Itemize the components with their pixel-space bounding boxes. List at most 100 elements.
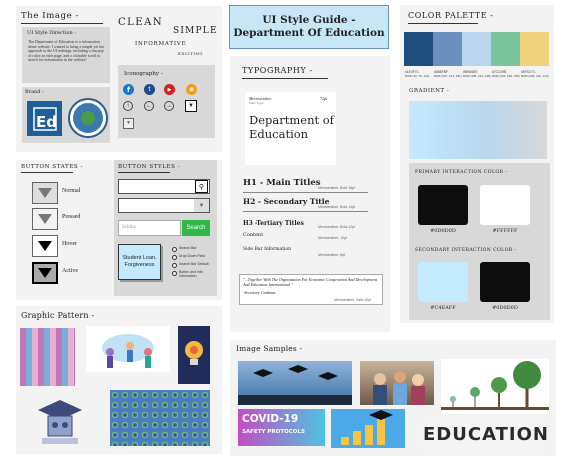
graduation-caps-photo <box>238 361 352 405</box>
svg-text:Ed: Ed <box>36 113 57 131</box>
image-heading: The Image - <box>21 11 80 21</box>
secondary-dark-swatch <box>480 262 530 302</box>
state-pressed-label: Pressed <box>62 214 81 220</box>
brand-label: Brand - <box>25 89 44 95</box>
pattern-flower-tiles <box>110 390 210 446</box>
word-simple: SIMPLE <box>173 26 218 36</box>
primary-dark-hex: #0D0D0D <box>430 228 456 234</box>
state-hover-label: Hover <box>62 241 77 247</box>
state-active-label: Active <box>62 268 78 274</box>
typography-heading: TYPOGRAPHY - <box>242 66 313 75</box>
title-line-2: Department Of Education <box>233 27 385 39</box>
triangle-down-icon <box>38 188 52 198</box>
ed-logo: Ed <box>27 101 62 136</box>
people-scene-icon <box>102 334 154 368</box>
gradient-label: GRADIENT - <box>409 88 450 94</box>
typography-heading-rule <box>242 78 328 79</box>
secondary-light-swatch <box>418 262 468 302</box>
button-states-heading: BUTTON STATES - <box>21 164 84 170</box>
button-states-rule <box>21 172 73 173</box>
growth-chart-image <box>331 409 405 448</box>
color-palette-heading-rule <box>408 23 478 24</box>
secondary-light-hex: #C4EAFF <box>430 305 456 311</box>
search-field-icon[interactable]: ⚲ <box>195 180 208 193</box>
department-seal <box>68 98 108 138</box>
palette-swatch <box>433 32 462 66</box>
h1-meta: Merriweather, Bold 18pt <box>318 186 355 190</box>
quote-text: "...Together With The Organization For E… <box>243 277 378 287</box>
primary-light-hex: #FFFFFF <box>492 228 518 234</box>
h3-meta: Merriweather, Bold 12pt <box>318 225 355 229</box>
quote-meta: Merriweather, Italic 10pt <box>334 298 372 302</box>
rss-icon[interactable]: ◉ <box>186 84 197 95</box>
sidebar-info-meta: Merriweather, 8pt <box>318 253 346 257</box>
facebook-icon[interactable]: f <box>123 84 134 95</box>
search-input[interactable]: Schiha <box>118 220 181 236</box>
quote-author: -Secretary Cardona <box>243 290 276 295</box>
graphic-pattern-heading: Graphic Pattern - <box>21 311 95 320</box>
lightbulb-icon <box>185 341 203 365</box>
pattern-people-illustration <box>86 326 170 372</box>
cta-button[interactable]: Student Loan, Forgiveness <box>118 244 161 280</box>
color-palette-heading: COLOR PALETTE - <box>408 11 494 20</box>
dropdown-light-icon[interactable]: ▼ <box>123 118 134 129</box>
secondary-dark-hex: #0D0D0D <box>492 305 518 311</box>
growing-trees-image <box>441 359 549 414</box>
palette-swatch-rgb: RGB (239, 210, 124) <box>521 74 549 78</box>
h1-sample: H1 - Main Titles <box>243 178 321 188</box>
word-exciting: EXCITING <box>178 51 204 56</box>
palette-swatch-rgb: RGB (107, 143, 191) <box>434 74 462 78</box>
button-active[interactable] <box>32 262 58 284</box>
legend-label: Search Bar <box>179 246 197 250</box>
dropdown-chevron-icon[interactable]: ▼ <box>194 199 209 212</box>
triangle-down-icon <box>38 241 52 251</box>
palette-swatch <box>404 32 433 66</box>
sidebar-info-sample: Side Bar Information <box>243 247 292 252</box>
content-meta: Merriweather, 10pt <box>318 236 347 240</box>
education-word: EDUCATION <box>423 424 549 445</box>
palette-swatch-rgb: RGB (30, 79, 124) <box>405 74 430 78</box>
pattern-robot-illustration <box>28 390 92 450</box>
students-icon <box>373 371 425 405</box>
palette-swatch <box>462 32 491 66</box>
word-informative: INFORMATIVE <box>135 41 187 47</box>
triangle-down-icon <box>38 214 52 224</box>
pattern-bulb-card <box>178 326 210 384</box>
legend-number-icon <box>172 263 177 268</box>
legend-number-icon <box>172 271 177 276</box>
seal-inner <box>73 103 103 133</box>
youtube-icon[interactable]: ▶ <box>164 84 175 95</box>
search-button[interactable]: Search <box>182 220 210 236</box>
style-direction-heading: UI Style Direction - <box>27 30 77 36</box>
up-arrow-icon[interactable]: ↑ <box>123 101 133 111</box>
covid-line-1: COVID-19 <box>242 413 299 425</box>
h1-rule <box>243 192 368 193</box>
forward-arrow-icon[interactable]: → <box>164 101 174 111</box>
button-hover[interactable] <box>32 235 58 257</box>
specimen-text-2: Education <box>249 127 309 141</box>
h2-meta: Merriweather, Bold 14pt <box>318 205 355 209</box>
legend-label: Button and Info Information <box>179 270 203 278</box>
back-arrow-icon[interactable]: ← <box>144 101 154 111</box>
palette-swatch-rgb: RGB (185, 214, 238) <box>463 74 491 78</box>
button-normal[interactable] <box>32 182 58 204</box>
primary-light-swatch <box>480 185 530 225</box>
seal-tree-icon <box>81 111 95 125</box>
twitter-icon[interactable]: t <box>144 84 155 95</box>
specimen-subtitle: Sans Type <box>249 101 264 105</box>
gradient-swatch <box>409 101 547 159</box>
primary-interaction-label: PRIMARY INTERACTION COLOR - <box>415 170 508 175</box>
specimen-font-size: 72pt <box>320 96 328 101</box>
triangle-down-icon <box>38 268 52 278</box>
specimen-text-1: Department of <box>249 113 334 127</box>
image-heading-rule <box>21 23 103 24</box>
pattern-tiles-image <box>20 328 75 386</box>
image-samples-heading: Image Samples - <box>236 344 303 353</box>
title-line-1: UI Style Guide - <box>262 14 356 26</box>
h2-sample: H2 - Secondary Title <box>243 197 330 206</box>
mortarboard-icons <box>238 365 352 405</box>
button-styles-rule <box>118 172 170 173</box>
primary-dark-swatch <box>418 185 468 225</box>
dropdown-dark-icon[interactable]: ▼ <box>185 100 197 112</box>
button-pressed[interactable] <box>32 208 58 230</box>
